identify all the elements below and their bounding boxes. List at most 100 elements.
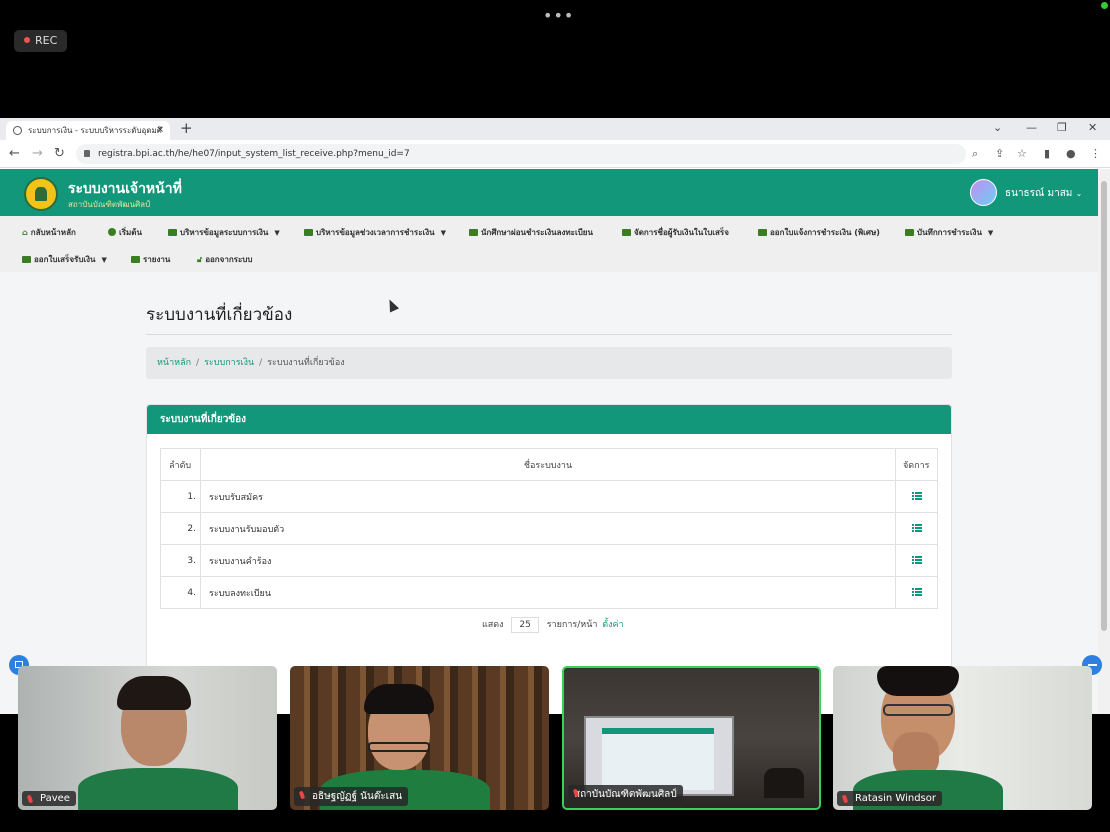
brand-title: ระบบงานเจ้าหน้าที่: [68, 181, 182, 197]
breadcrumb: หน้าหลัก / ระบบการเงิน / ระบบงานที่เกี่ยวข้อ…: [146, 347, 952, 379]
breadcrumb-finance[interactable]: ระบบการเงิน: [204, 358, 254, 368]
folder-icon: [168, 229, 177, 236]
folder-icon: [758, 229, 767, 236]
forward-icon[interactable]: →: [32, 146, 43, 161]
list-icon: [911, 588, 922, 596]
participant-hair: [364, 684, 434, 714]
browser-menu-icon[interactable]: ⋮: [1090, 147, 1101, 160]
menu-label: กลับหน้าหลัก: [30, 228, 76, 237]
tab-strip: ระบบการเงิน - ระบบบริหารระดับอุดมศึ × + …: [0, 118, 1110, 140]
close-tab-icon[interactable]: ×: [156, 121, 164, 140]
menu-item-report[interactable]: รายงาน: [131, 253, 170, 266]
row-number: 1.: [160, 480, 201, 513]
profile-icon[interactable]: ●: [1066, 147, 1076, 160]
menu-label: บันทึกการชำระเงิน: [917, 228, 982, 237]
folder-icon: [304, 229, 313, 236]
list-icon: [911, 556, 922, 564]
breadcrumb-separator: /: [196, 358, 200, 368]
share-icon[interactable]: ⇪: [995, 147, 1004, 160]
restore-icon[interactable]: ❐: [1057, 121, 1067, 134]
page-scrollbar[interactable]: [1098, 169, 1110, 714]
rec-label: REC: [35, 34, 58, 47]
row-system-name: ระบบงานคำร้อง: [200, 544, 896, 577]
shared-browser-window: ระบบการเงิน - ระบบบริหารระดับอุดมศึ × + …: [0, 118, 1110, 714]
user-menu[interactable]: ธนาธรณ์ มาสม ⌄: [1005, 186, 1082, 201]
video-tile[interactable]: อธิษฐญัฏฐ์ นันต๊ะเสน: [290, 666, 549, 810]
table-row: 1. ระบบรับสมัคร: [160, 480, 938, 513]
card-title: ระบบงานที่เกี่ยวข้อง: [147, 405, 951, 434]
close-window-icon[interactable]: ✕: [1088, 121, 1097, 134]
zoom-icon[interactable]: ⌕: [972, 147, 978, 161]
row-number: 3.: [160, 544, 201, 577]
participant-hair: [877, 666, 959, 696]
record-dot-icon: [24, 37, 30, 43]
mouse-cursor-icon: [384, 297, 400, 313]
manage-button[interactable]: [895, 544, 938, 577]
menu-label: บริหารข้อมูลระบบการเงิน: [180, 228, 269, 237]
new-tab-button[interactable]: +: [180, 119, 193, 137]
more-options-icon[interactable]: •••: [543, 6, 574, 25]
video-tile-active-speaker[interactable]: สถาบันบัณฑิตพัฒนศิลป์: [562, 666, 821, 810]
participant-name-tag: Ratasin Windsor: [837, 791, 942, 806]
caret-down-icon: ▼: [274, 229, 280, 237]
page-settings-link[interactable]: ตั้งค่า: [602, 620, 623, 630]
row-system-name: ระบบงานรับมอบตัว: [200, 512, 896, 545]
participant-name: Ratasin Windsor: [855, 793, 936, 804]
manage-button[interactable]: [895, 576, 938, 609]
menu-item-start[interactable]: เริ่มต้น: [108, 226, 142, 239]
menu-item-payment-period[interactable]: บริหารข้อมูลช่วงเวลาการชำระเงิน ▼: [304, 226, 446, 239]
video-tile[interactable]: Pavee: [18, 666, 277, 810]
row-system-name: ระบบลงทะเบียน: [200, 576, 896, 609]
menu-item-installment[interactable]: นักศึกษาผ่อนชำระเงินลงทะเบียน: [469, 226, 593, 239]
side-panel-icon[interactable]: ▮: [1044, 147, 1050, 160]
web-page: ระบบงานเจ้าหน้าที่ สถาบันบัณฑิตพัฒนศิลป์…: [0, 169, 1098, 714]
caret-down-icon: ▼: [101, 256, 107, 264]
menu-item-receiver-name[interactable]: จัดการชื่อผู้รับเงินในใบเสร็จ: [622, 226, 729, 239]
browser-tab[interactable]: ระบบการเงิน - ระบบบริหารระดับอุดมศึ ×: [6, 121, 170, 140]
menu-item-home[interactable]: ⌂ กลับหน้าหลัก: [22, 226, 76, 239]
scrollbar-thumb[interactable]: [1101, 181, 1107, 631]
table-header-row: ลำดับ ชื่อระบบงาน จัดการ: [160, 448, 938, 481]
url-text: registra.bpi.ac.th/he/he07/input_system_…: [98, 149, 410, 159]
menu-item-record-payment[interactable]: บันทึกการชำระเงิน ▼: [905, 226, 993, 239]
user-name: ธนาธรณ์ มาสม: [1005, 188, 1073, 199]
menu-item-special-invoice[interactable]: ออกใบแจ้งการชำระเงิน (พิเศษ): [758, 226, 880, 239]
participant-name: สถาบันบัณฑิตพัฒนศิลป์: [574, 789, 677, 800]
menu-label: บริหารข้อมูลช่วงเวลาการชำระเงิน: [316, 228, 435, 237]
manage-button[interactable]: [895, 512, 938, 545]
reload-icon[interactable]: ↻: [54, 146, 65, 161]
glasses-icon: [368, 742, 430, 752]
tab-title: ระบบการเงิน - ระบบบริหารระดับอุดมศึ: [28, 126, 162, 135]
brand-subtitle: สถาบันบัณฑิตพัฒนศิลป์: [68, 200, 151, 209]
list-icon: [911, 492, 922, 500]
participant-shirt: [78, 768, 238, 810]
institute-logo[interactable]: [24, 177, 58, 211]
list-icon: [911, 524, 922, 532]
folder-icon: [622, 229, 631, 236]
page-size-control: แสดง 25 รายการ/หน้า ตั้งค่า: [482, 617, 624, 633]
menu-label: ออกใบเสร็จรับเงิน: [34, 255, 96, 264]
user-avatar[interactable]: [970, 179, 997, 206]
participant-hair: [117, 676, 191, 710]
menu-label: เริ่มต้น: [119, 228, 142, 237]
show-label: แสดง: [482, 620, 504, 630]
column-header-name: ชื่อระบบงาน: [200, 448, 896, 481]
minimize-icon[interactable]: —: [1026, 121, 1037, 134]
caret-down-icon: ▼: [987, 229, 994, 237]
bookmark-star-icon[interactable]: ☆: [1017, 147, 1027, 160]
page-size-select[interactable]: 25: [511, 617, 539, 633]
glasses-icon: [883, 704, 953, 716]
caret-down-icon: ▼: [440, 229, 446, 237]
tab-search-icon[interactable]: ⌄: [993, 121, 1002, 134]
row-number: 4.: [160, 576, 201, 609]
menu-item-finance-data[interactable]: บริหารข้อมูลระบบการเงิน ▼: [168, 226, 280, 239]
breadcrumb-home[interactable]: หน้าหลัก: [157, 358, 191, 368]
menu-label: นักศึกษาผ่อนชำระเงินลงทะเบียน: [481, 228, 593, 237]
video-tile[interactable]: Ratasin Windsor: [833, 666, 1092, 810]
url-field[interactable]: registra.bpi.ac.th/he/he07/input_system_…: [76, 144, 966, 164]
manage-button[interactable]: [895, 480, 938, 513]
back-icon[interactable]: ←: [9, 146, 20, 161]
menu-item-logout[interactable]: 🔓︎ ออกจากระบบ: [197, 253, 252, 266]
menu-item-receipt[interactable]: ออกใบเสร็จรับเงิน ▼: [22, 253, 107, 266]
title-divider: [146, 334, 952, 335]
